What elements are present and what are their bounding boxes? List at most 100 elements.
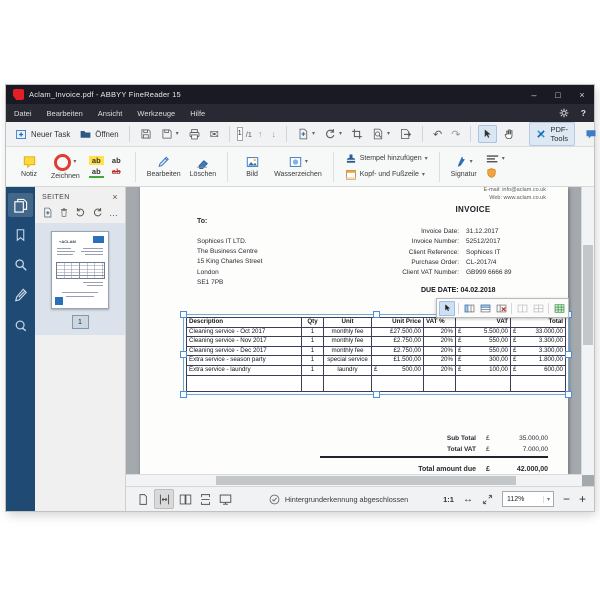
next-page-button[interactable]: ↓ bbox=[268, 127, 279, 141]
attachments-tab[interactable] bbox=[8, 283, 33, 307]
page-number-input[interactable]: 1 bbox=[237, 127, 243, 141]
fit-page-button[interactable] bbox=[482, 494, 493, 505]
note-icon bbox=[22, 155, 37, 169]
print-button[interactable] bbox=[185, 126, 204, 143]
add-pages-button[interactable]: ▾ bbox=[294, 126, 318, 142]
pages-panel-close-icon[interactable]: × bbox=[112, 192, 118, 202]
table-select-tool[interactable] bbox=[439, 301, 455, 316]
minimize-button[interactable]: – bbox=[522, 85, 546, 104]
open-button[interactable]: Öffnen bbox=[76, 126, 121, 142]
horizontal-scrollbar-thumb[interactable] bbox=[216, 476, 516, 485]
invoice-table[interactable]: DescriptionQtyUnitUnit PriceVAT %VATTota… bbox=[183, 314, 569, 395]
zoom-in-button[interactable]: + bbox=[579, 494, 586, 504]
undo-button[interactable]: ↶ bbox=[430, 126, 445, 143]
signature-button[interactable]: ▾ Signatur bbox=[451, 155, 477, 178]
field-value: CL-2017/4 bbox=[466, 258, 496, 268]
erase-button[interactable]: Löschen bbox=[190, 155, 216, 178]
vertical-scrollbar[interactable] bbox=[581, 187, 594, 475]
add-page-icon[interactable] bbox=[42, 207, 53, 218]
menu-item-ansicht[interactable]: Ansicht bbox=[98, 109, 123, 118]
save-button[interactable] bbox=[137, 126, 155, 142]
menu-item-hilfe[interactable]: Hilfe bbox=[190, 109, 205, 118]
hand-tool-button[interactable] bbox=[500, 126, 518, 142]
pages-panel-tab[interactable] bbox=[8, 193, 33, 217]
address-line: London bbox=[197, 268, 262, 278]
actual-size-button[interactable]: 1:1 bbox=[443, 495, 454, 504]
edit-text-button[interactable]: Bearbeiten bbox=[147, 155, 181, 178]
protection-group: ▾ bbox=[486, 154, 505, 179]
table-cell: 20% bbox=[424, 337, 456, 347]
menu-item-bearbeiten[interactable]: Bearbeiten bbox=[47, 109, 83, 118]
header-footer-button[interactable]: Kopf- und Fußzeile▾ bbox=[345, 169, 428, 181]
image-button[interactable]: Bild bbox=[239, 155, 265, 178]
table-empty-cell bbox=[456, 376, 511, 391]
delete-cells-icon[interactable] bbox=[494, 302, 508, 315]
presentation-view-icon[interactable] bbox=[216, 490, 234, 508]
preview-button[interactable]: ▾ bbox=[369, 126, 393, 142]
rotate-right-icon[interactable] bbox=[92, 207, 103, 218]
table-header-cell: Unit bbox=[324, 318, 372, 328]
pdf-tools-button[interactable]: PDF-Tools bbox=[529, 122, 575, 146]
bookmarks-tab[interactable] bbox=[8, 223, 33, 247]
more-options-icon[interactable]: … bbox=[109, 211, 118, 215]
page-thumbnail[interactable]: ⌁ACLAM bbox=[51, 231, 109, 309]
crop-button[interactable] bbox=[348, 126, 366, 142]
eraser-icon bbox=[195, 155, 210, 169]
highlight-button[interactable]: ab bbox=[89, 156, 104, 165]
field-label: Invoice Number: bbox=[325, 237, 459, 247]
digital-signature-tab[interactable] bbox=[8, 313, 33, 337]
rotate-left-icon[interactable] bbox=[75, 207, 86, 218]
redaction-button[interactable]: ▾ bbox=[486, 154, 505, 163]
confirm-table-icon[interactable] bbox=[552, 302, 566, 315]
merge-cells-icon[interactable] bbox=[515, 302, 529, 315]
horizontal-scrollbar[interactable] bbox=[126, 474, 582, 486]
address-line: The Business Centre bbox=[197, 247, 262, 257]
rotate-button[interactable]: ▾ bbox=[321, 126, 345, 142]
table-cell: 1 bbox=[302, 337, 324, 347]
save-as-button[interactable]: ▾ bbox=[158, 126, 182, 142]
select-tool-button[interactable] bbox=[478, 125, 497, 143]
scrolling-view-icon[interactable] bbox=[196, 490, 214, 508]
document-viewer[interactable]: E-mail: info@aclam.co.uk Web: www.aclam.… bbox=[126, 187, 594, 486]
menu-item-werkzeuge[interactable]: Werkzeuge bbox=[137, 109, 175, 118]
draw-button[interactable]: ▾ Zeichnen bbox=[51, 154, 80, 180]
email-button[interactable]: ✉ bbox=[207, 126, 222, 143]
note-button[interactable]: Notiz bbox=[16, 155, 42, 178]
search-tab[interactable] bbox=[8, 253, 33, 277]
comments-button[interactable]: 1 bbox=[582, 126, 600, 142]
security-button[interactable] bbox=[486, 167, 505, 179]
total-currency: £ bbox=[486, 444, 498, 455]
two-page-view-icon[interactable] bbox=[176, 490, 194, 508]
settings-gear-icon[interactable] bbox=[559, 108, 569, 118]
split-cells-icon[interactable] bbox=[531, 302, 545, 315]
table-cell: 20% bbox=[424, 356, 456, 366]
menu-item-datei[interactable]: Datei bbox=[14, 109, 32, 118]
totals-divider bbox=[320, 456, 548, 458]
insert-text-button[interactable]: ab bbox=[109, 156, 124, 165]
redaction-lines-icon bbox=[486, 154, 499, 163]
maximize-button[interactable]: □ bbox=[546, 85, 570, 104]
fit-width-button[interactable]: ↔ bbox=[463, 494, 473, 505]
add-stamp-button[interactable]: Stempel hinzufügen▾ bbox=[345, 153, 428, 165]
add-column-icon[interactable] bbox=[462, 302, 476, 315]
delete-page-icon[interactable] bbox=[59, 207, 69, 218]
vertical-scrollbar-thumb[interactable] bbox=[583, 245, 593, 345]
fit-width-view-icon[interactable] bbox=[154, 489, 174, 509]
help-icon[interactable]: ? bbox=[581, 108, 586, 118]
new-task-button[interactable]: Neuer Task bbox=[12, 126, 73, 143]
add-row-icon[interactable] bbox=[478, 302, 492, 315]
previous-page-button[interactable]: ↑ bbox=[255, 127, 266, 141]
doc-to-label: To: bbox=[197, 218, 207, 225]
watermark-button[interactable]: ▾ Wasserzeichen bbox=[274, 155, 322, 178]
zoom-out-button[interactable]: − bbox=[563, 494, 570, 504]
close-button[interactable]: × bbox=[570, 85, 594, 104]
redo-button[interactable]: ↷ bbox=[448, 126, 463, 143]
table-cell: laundry bbox=[324, 366, 372, 376]
table-empty-cell bbox=[302, 376, 324, 391]
export-button[interactable] bbox=[396, 126, 415, 142]
underline-button[interactable]: ab bbox=[89, 167, 104, 178]
strikethrough-button[interactable]: ab bbox=[109, 167, 124, 178]
zoom-select[interactable]: 112% ▾ bbox=[502, 491, 554, 507]
table-cell: £600,00 bbox=[511, 366, 565, 376]
single-page-view-icon[interactable] bbox=[134, 490, 152, 508]
